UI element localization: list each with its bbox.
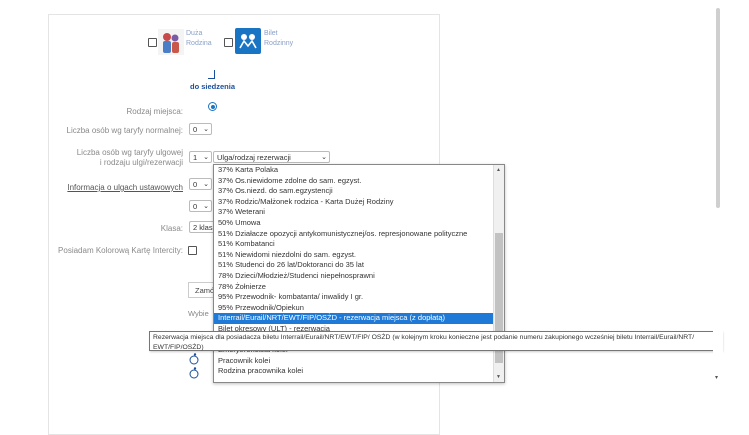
duza-rodzina-checkbox[interactable]: [148, 38, 157, 47]
chevron-down-icon: ⌄: [203, 126, 209, 133]
dropdown-option[interactable]: 37% Weterani: [214, 207, 504, 218]
dropdown-option[interactable]: 37% Os.niewidome zdolne do sam. egzyst.: [214, 176, 504, 187]
scroll-up-icon[interactable]: ▲: [496, 167, 501, 173]
karta-checkbox[interactable]: [188, 246, 197, 255]
page-scrollbar[interactable]: ▾: [713, 0, 723, 433]
chevron-down-icon: ⌄: [203, 181, 209, 188]
tooltip: Rezerwacja miejsca dla posiadacza biletu…: [149, 331, 722, 351]
dropdown-option[interactable]: 78% Dzieci/Młodzież/Studenci niepełnospr…: [214, 271, 504, 282]
liczba-normalnej-label: Liczba osób wg taryfy normalnej:: [66, 126, 184, 135]
liczba-ulgowej-label: Liczba osób wg taryfy ulgowej i rodzaju u…: [76, 148, 183, 167]
duza-rodzina-label: Duża Rodzina: [186, 30, 212, 47]
rodzaj-miejsca-radio[interactable]: [208, 102, 217, 111]
dropdown-option[interactable]: Rodzina pracownika kolei: [214, 366, 504, 377]
page-scroll-thumb[interactable]: [716, 8, 720, 208]
dropdown-option[interactable]: Pracownik kolei: [214, 356, 504, 367]
seat-link[interactable]: do siedzenia: [190, 82, 235, 91]
dropdown-option[interactable]: 37% Rodzic/Małżonek rodzica - Karta Duże…: [214, 197, 504, 208]
family-ticket-icon: [235, 28, 261, 54]
klasa-label: Klasa:: [160, 224, 183, 233]
liczba-ulgowej-select[interactable]: 1 ⌄: [189, 151, 212, 163]
extra-select-1[interactable]: 0 ⌄: [189, 178, 212, 190]
dropdown-option[interactable]: 51% Niewidomi niezdolni do sam. egzyst.: [214, 250, 504, 261]
scroll-down-icon[interactable]: ▼: [496, 374, 501, 380]
ulga-select[interactable]: Ulga/rodzaj rezerwacji ⌄: [213, 151, 330, 163]
dropdown-option[interactable]: 95% Przewodnik/Opiekun: [214, 303, 504, 314]
wheelchair-icon: [188, 366, 202, 379]
info-ulgi-link[interactable]: Informacja o ulgach ustawowych: [48, 183, 183, 193]
chevron-down-icon: ⌄: [321, 154, 327, 161]
wybierz-label: Wybie: [188, 309, 209, 318]
scroll-down-icon[interactable]: ▾: [715, 374, 718, 381]
dropdown-option[interactable]: Interrail/Eurail/NRT/EWT/FIP/OSŻD - reze…: [214, 313, 504, 324]
dropdown-option[interactable]: 78% Żołnierze: [214, 282, 504, 293]
seat-corner-icon: [208, 70, 215, 79]
bilet-rodzinny-checkbox[interactable]: [224, 38, 233, 47]
dropdown-option[interactable]: 51% Kombatanci: [214, 239, 504, 250]
dropdown-option[interactable]: 51% Działacze opozycji antykomunistyczne…: [214, 229, 504, 240]
dropdown-option[interactable]: 51% Studenci do 26 lat/Doktoranci do 35 …: [214, 260, 504, 271]
karta-label: Posiadam Kolorową Kartę Intercity:: [58, 246, 183, 255]
rodzaj-miejsca-label: Rodzaj miejsca:: [126, 107, 183, 116]
extra-select-2[interactable]: 0 ⌄: [189, 200, 212, 212]
dropdown-option[interactable]: 37% Karta Polaka: [214, 165, 504, 176]
family-icon: [158, 29, 184, 55]
dropdown-option[interactable]: 37% Os.niezd. do sam.egzystencji: [214, 186, 504, 197]
wheelchair-icon: [188, 352, 202, 365]
dropdown-option[interactable]: 95% Przewodnik- kombatanta/ inwalidy I g…: [214, 292, 504, 303]
dropdown-option[interactable]: 50% Umowa: [214, 218, 504, 229]
chevron-down-icon: ⌄: [203, 154, 209, 161]
chevron-down-icon: ⌄: [203, 203, 209, 210]
liczba-normalnej-select[interactable]: 0 ⌄: [189, 123, 212, 135]
bilet-rodzinny-label: Bilet Rodzinny: [264, 30, 294, 47]
